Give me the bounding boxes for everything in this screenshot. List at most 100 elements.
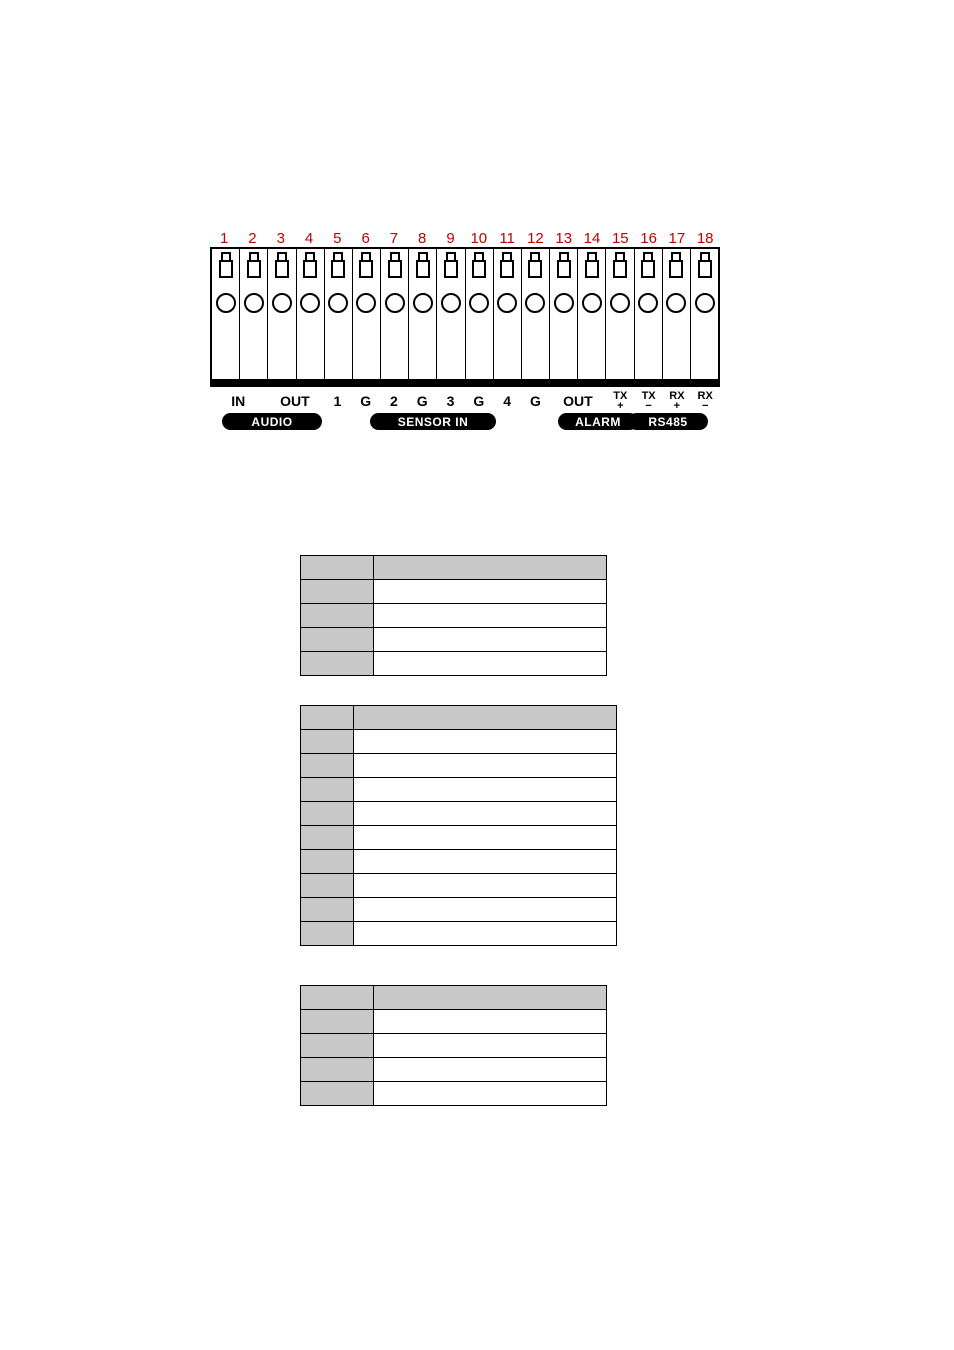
terminal-screw bbox=[634, 249, 662, 287]
table-cell bbox=[301, 826, 354, 850]
pin-label: 1 bbox=[323, 389, 351, 411]
terminal-hole bbox=[662, 287, 690, 319]
pin-label: G bbox=[408, 389, 436, 411]
terminal-body bbox=[380, 319, 408, 379]
table-cell bbox=[354, 898, 617, 922]
pin-number: 2 bbox=[238, 230, 266, 247]
terminal-hole bbox=[493, 287, 521, 319]
terminal-hole bbox=[605, 287, 633, 319]
pin-label: G bbox=[521, 389, 549, 411]
terminal-screw bbox=[465, 249, 493, 287]
table-cell bbox=[301, 730, 354, 754]
terminal-hole bbox=[521, 287, 549, 319]
pin-number: 10 bbox=[465, 230, 493, 247]
table-cell bbox=[354, 778, 617, 802]
terminal-body bbox=[324, 319, 352, 379]
terminal-body bbox=[352, 319, 380, 379]
pin-number: 8 bbox=[408, 230, 436, 247]
table-cell bbox=[354, 922, 617, 946]
terminal-screw bbox=[436, 249, 464, 287]
terminal-hole bbox=[324, 287, 352, 319]
table-cell bbox=[301, 628, 374, 652]
table-header-cell bbox=[374, 556, 607, 580]
pin-number: 16 bbox=[634, 230, 662, 247]
terminal-screw bbox=[549, 249, 577, 287]
terminal-body bbox=[493, 319, 521, 379]
pin-label: TX− bbox=[634, 389, 662, 411]
table-header-cell bbox=[354, 706, 617, 730]
group-label: SENSOR IN bbox=[370, 413, 496, 430]
table-cell bbox=[301, 1058, 374, 1082]
table-3 bbox=[300, 985, 607, 1106]
terminal-hole bbox=[408, 287, 436, 319]
pin-number: 4 bbox=[295, 230, 323, 247]
pin-number: 15 bbox=[606, 230, 634, 247]
terminal-body bbox=[465, 319, 493, 379]
terminal-hole bbox=[380, 287, 408, 319]
table-cell bbox=[301, 778, 354, 802]
pin-label: OUT bbox=[267, 389, 324, 411]
table-cell bbox=[301, 652, 374, 676]
terminal-hole bbox=[465, 287, 493, 319]
table-cell bbox=[354, 826, 617, 850]
table-cell bbox=[374, 580, 607, 604]
pin-label: G bbox=[351, 389, 379, 411]
terminal-screw bbox=[380, 249, 408, 287]
table-cell bbox=[301, 1010, 374, 1034]
table-cell bbox=[374, 628, 607, 652]
pin-number: 17 bbox=[663, 230, 691, 247]
terminal-screw bbox=[352, 249, 380, 287]
group-label: ALARM bbox=[558, 413, 638, 430]
table-header-cell bbox=[301, 556, 374, 580]
pin-number: 1 bbox=[210, 230, 238, 247]
terminal-body bbox=[239, 319, 267, 379]
terminal-hole bbox=[267, 287, 295, 319]
pin-label: 4 bbox=[493, 389, 521, 411]
terminal-body bbox=[549, 319, 577, 379]
table-cell bbox=[301, 754, 354, 778]
pin-label: OUT bbox=[550, 389, 607, 411]
table-cell bbox=[354, 850, 617, 874]
table-1 bbox=[300, 555, 607, 676]
terminal-hole bbox=[352, 287, 380, 319]
table-cell bbox=[374, 1058, 607, 1082]
terminal-screw bbox=[239, 249, 267, 287]
table-header-cell bbox=[301, 986, 374, 1010]
table-cell bbox=[301, 802, 354, 826]
terminal-hole bbox=[239, 287, 267, 319]
table-cell bbox=[301, 874, 354, 898]
table-cell bbox=[374, 1034, 607, 1058]
pin-number: 3 bbox=[267, 230, 295, 247]
table-cell bbox=[301, 1082, 374, 1106]
pin-label: IN bbox=[210, 389, 267, 411]
table-cell bbox=[301, 580, 374, 604]
table-cell bbox=[354, 730, 617, 754]
terminal-hole bbox=[549, 287, 577, 319]
terminal-screw bbox=[212, 249, 239, 287]
pin-label: 3 bbox=[436, 389, 464, 411]
terminal-body bbox=[577, 319, 605, 379]
terminal-body bbox=[408, 319, 436, 379]
table-cell bbox=[301, 850, 354, 874]
terminal-body bbox=[267, 319, 295, 379]
terminal-body bbox=[521, 319, 549, 379]
table-cell bbox=[301, 1034, 374, 1058]
pin-label: RX+ bbox=[663, 389, 691, 411]
terminal-hole bbox=[634, 287, 662, 319]
terminal-hole bbox=[296, 287, 324, 319]
table-header-cell bbox=[301, 706, 354, 730]
terminal-body bbox=[436, 319, 464, 379]
terminal-screw bbox=[690, 249, 718, 287]
pin-number: 11 bbox=[493, 230, 521, 247]
group-label: RS485 bbox=[628, 413, 708, 430]
table-cell bbox=[374, 1082, 607, 1106]
terminal-body bbox=[690, 319, 718, 379]
pin-number: 7 bbox=[380, 230, 408, 247]
terminal-block bbox=[210, 247, 720, 387]
table-cell bbox=[301, 604, 374, 628]
table-cell bbox=[354, 802, 617, 826]
terminal-hole bbox=[212, 287, 239, 319]
pin-number: 6 bbox=[351, 230, 379, 247]
terminal-body bbox=[296, 319, 324, 379]
pin-number: 12 bbox=[521, 230, 549, 247]
